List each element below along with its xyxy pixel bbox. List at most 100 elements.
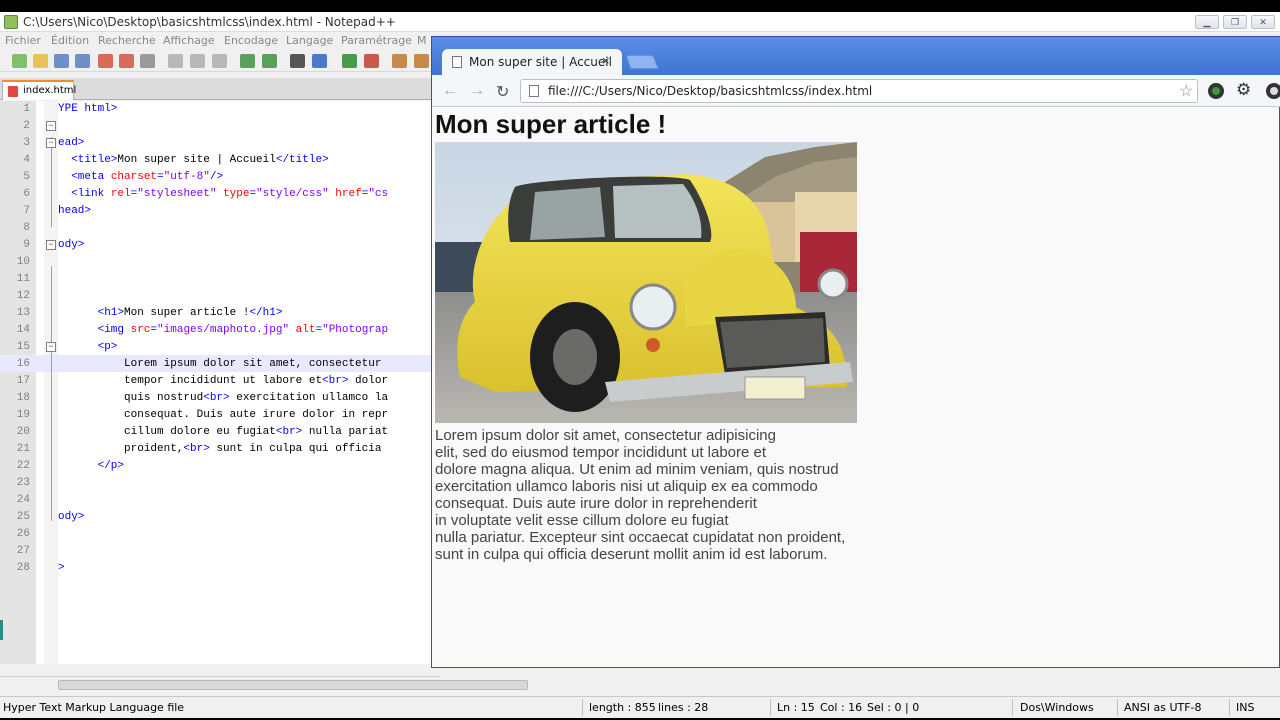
code-line[interactable]: 28 >: [0, 560, 432, 577]
save-all-icon[interactable]: [75, 54, 90, 68]
code-token: tempor incididunt ut labore et: [58, 375, 323, 387]
code-line[interactable]: 8: [0, 220, 432, 237]
maximize-button[interactable]: ❐: [1223, 15, 1247, 29]
redo-icon[interactable]: [262, 54, 277, 68]
open-file-icon[interactable]: [33, 54, 48, 68]
zoom-in-icon[interactable]: [342, 54, 357, 68]
code-line[interactable]: 6 <link rel="stylesheet" type="style/css…: [0, 186, 432, 203]
extension-icon[interactable]: [1207, 82, 1225, 100]
copy-icon[interactable]: [190, 54, 205, 68]
bookmark-star-icon[interactable]: ☆: [1179, 81, 1193, 101]
code-line[interactable]: 4 <title>Mon super site | Accueil</title…: [0, 152, 432, 169]
code-token: <meta: [71, 171, 111, 183]
code-text: </p>: [58, 458, 124, 475]
settings-gear-icon[interactable]: ⚙: [1236, 80, 1251, 100]
close-all-icon[interactable]: [119, 54, 134, 68]
tab-close-icon[interactable]: ×: [602, 53, 610, 68]
tab-index-html[interactable]: index.html: [2, 80, 76, 100]
save-icon[interactable]: [54, 54, 69, 68]
new-tab-button[interactable]: [625, 55, 659, 69]
code-token: <br>: [183, 443, 210, 455]
cut-icon[interactable]: [168, 54, 183, 68]
close-button[interactable]: ✕: [1251, 15, 1275, 29]
code-line[interactable]: 9 − ody>: [0, 237, 432, 254]
fold-toggle-icon[interactable]: −: [46, 138, 56, 148]
line-number: 21: [16, 443, 30, 455]
code-line[interactable]: 25 ody>: [0, 509, 432, 526]
code-line[interactable]: 22 </p>: [0, 458, 432, 475]
code-line[interactable]: 16 Lorem ipsum dolor sit amet, consectet…: [0, 356, 432, 373]
code-text: quis nostrud<br> exercitation ullamco la: [58, 390, 388, 407]
zoom-out-icon[interactable]: [364, 54, 379, 68]
fold-toggle-icon[interactable]: −: [46, 342, 56, 352]
code-token: type: [223, 188, 250, 200]
menu-more[interactable]: M: [417, 34, 427, 47]
find-icon[interactable]: [290, 54, 305, 68]
line-number: 16: [16, 358, 30, 370]
code-line[interactable]: 19 consequat. Duis aute irure dolor in r…: [0, 407, 432, 424]
code-token: </p>: [97, 460, 125, 472]
horizontal-scrollbar[interactable]: [0, 676, 528, 692]
status-insert-mode: INS: [1236, 701, 1255, 714]
line-number: 5: [23, 171, 30, 183]
code-line[interactable]: 27: [0, 543, 432, 560]
code-line[interactable]: 2−: [0, 118, 432, 135]
wrap-icon[interactable]: [414, 54, 429, 68]
code-line[interactable]: 10: [0, 254, 432, 271]
code-token: alt: [295, 324, 316, 336]
paragraph-line: elit, sed do eiusmod tempor incididunt u…: [435, 444, 767, 461]
menu-recherche[interactable]: Recherche: [98, 34, 156, 47]
line-number: 1: [23, 103, 30, 115]
fold-toggle-icon[interactable]: −: [46, 121, 56, 131]
fold-toggle-icon[interactable]: −: [46, 240, 56, 250]
code-line[interactable]: 13 <h1>Mon super article !</h1>: [0, 305, 432, 322]
code-editor[interactable]: 1 YPE html> 2−3− ead> 4 <title>Mon super sit…: [0, 101, 432, 664]
code-line[interactable]: 20 cillum dolore eu fugiat<br> nulla par…: [0, 424, 432, 441]
extension-icon-2[interactable]: [1265, 82, 1280, 100]
npp-title-bar: C:\Users\Nico\Desktop\basicshtmlcss\inde…: [0, 12, 1280, 32]
sync-scroll-icon[interactable]: [392, 54, 407, 68]
menu-parametrage[interactable]: Paramétrage: [341, 34, 412, 47]
code-token: rel: [110, 188, 131, 200]
code-line[interactable]: 18 quis nostrud<br> exercitation ullamco…: [0, 390, 432, 407]
scrollbar-thumb[interactable]: [58, 680, 528, 690]
code-line[interactable]: 7 head>: [0, 203, 432, 220]
menu-edition[interactable]: Édition: [51, 34, 89, 47]
code-line[interactable]: 14 <img src="images/maphoto.jpg" alt="Ph…: [0, 322, 432, 339]
status-encoding: ANSI as UTF-8: [1124, 701, 1202, 714]
menu-affichage[interactable]: Affichage: [163, 34, 215, 47]
paste-icon[interactable]: [212, 54, 227, 68]
code-line[interactable]: 5 <meta charset="utf-8"/>: [0, 169, 432, 186]
replace-icon[interactable]: [312, 54, 327, 68]
code-line[interactable]: 11: [0, 271, 432, 288]
page-heading: Mon super article !: [435, 109, 667, 139]
browser-tab-active[interactable]: Mon super site | Accueil ×: [442, 49, 622, 75]
code-line[interactable]: 26: [0, 526, 432, 543]
address-bar[interactable]: file:///C:/Users/Nico/Desktop/basicshtml…: [520, 79, 1198, 103]
minimize-button[interactable]: ▁: [1195, 15, 1219, 29]
line-number: 2: [23, 120, 30, 132]
back-arrow-icon[interactable]: ←: [442, 82, 458, 100]
code-line[interactable]: 12: [0, 288, 432, 305]
forward-arrow-icon[interactable]: →: [469, 82, 485, 100]
print-icon[interactable]: [140, 54, 155, 68]
code-line[interactable]: 17 tempor incididunt ut labore et<br> do…: [0, 373, 432, 390]
menu-fichier[interactable]: Fichier: [5, 34, 41, 47]
undo-icon[interactable]: [240, 54, 255, 68]
menu-encodage[interactable]: Encodage: [224, 34, 278, 47]
code-line[interactable]: 21 proident,<br> sunt in culpa qui offic…: [0, 441, 432, 458]
code-token: charset: [110, 171, 158, 183]
code-line[interactable]: 1 YPE html>: [0, 101, 432, 118]
code-line[interactable]: 24: [0, 492, 432, 509]
menu-langage[interactable]: Langage: [286, 34, 333, 47]
code-line[interactable]: 23: [0, 475, 432, 492]
reload-icon[interactable]: ↻: [496, 82, 509, 102]
new-file-icon[interactable]: [12, 54, 27, 68]
page-paragraph: Lorem ipsum dolor sit amet, consectetur …: [435, 427, 1255, 563]
code-line[interactable]: 15 − <p>: [0, 339, 432, 356]
code-line[interactable]: 3 − ead>: [0, 135, 432, 152]
close-file-icon[interactable]: [98, 54, 113, 68]
line-number: 14: [16, 324, 30, 336]
